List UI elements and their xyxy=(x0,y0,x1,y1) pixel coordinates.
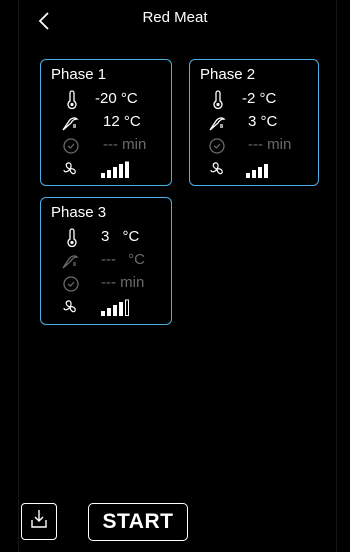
download-icon xyxy=(29,508,49,535)
phase-card-2[interactable]: Phase 2 -2 °C 3 °C --- min xyxy=(189,59,319,186)
temperature-row: -20 °C xyxy=(41,89,171,111)
temperature-value: -2 °C xyxy=(242,90,277,107)
time-value: --- min xyxy=(248,136,292,153)
time-value: --- min xyxy=(101,274,145,291)
fan-row xyxy=(41,296,171,318)
core-temperature-value: 12 °C xyxy=(103,113,141,130)
time-row: --- min xyxy=(190,135,318,157)
thermometer-icon xyxy=(62,90,82,110)
phase-card-1[interactable]: Phase 1 -20 °C 12 °C --- min xyxy=(40,59,172,186)
time-row: --- min xyxy=(41,135,171,157)
temperature-row: -2 °C xyxy=(190,89,318,111)
core-temperature-row: 3 °C xyxy=(190,112,318,134)
fan-level-bars xyxy=(246,161,276,184)
core-probe-icon xyxy=(60,113,80,133)
fan-level-bars xyxy=(101,161,131,184)
fan-row xyxy=(41,158,171,180)
core-probe-icon xyxy=(207,113,227,133)
page-title: Red Meat xyxy=(142,9,208,26)
fan-icon xyxy=(207,159,227,179)
clock-icon xyxy=(207,136,227,156)
start-button[interactable]: START xyxy=(88,503,188,541)
start-button-label: START xyxy=(102,510,174,533)
fan-icon xyxy=(60,159,80,179)
core-probe-icon xyxy=(60,251,80,271)
clock-icon xyxy=(61,274,81,294)
phase-title: Phase 3 xyxy=(51,204,107,221)
phase-title: Phase 2 xyxy=(200,66,256,83)
time-value: --- min xyxy=(103,136,147,153)
fan-row xyxy=(190,158,318,180)
core-temperature-row: 12 °C xyxy=(41,112,171,134)
clock-icon xyxy=(61,136,81,156)
core-temperature-row: --- °C xyxy=(41,250,171,272)
temperature-value: -20 °C xyxy=(95,90,138,107)
fan-icon xyxy=(60,297,80,317)
phase-card-3[interactable]: Phase 3 3 °C --- °C --- min xyxy=(40,197,172,325)
thermometer-icon xyxy=(62,228,82,248)
thermometer-icon xyxy=(208,90,228,110)
temperature-row: 3 °C xyxy=(41,227,171,249)
core-temperature-value: --- °C xyxy=(101,251,145,268)
temperature-value: 3 °C xyxy=(101,228,140,245)
fan-level-bars xyxy=(101,299,131,322)
core-temperature-value: 3 °C xyxy=(248,113,278,130)
save-button[interactable] xyxy=(21,503,57,540)
time-row: --- min xyxy=(41,273,171,295)
phase-title: Phase 1 xyxy=(51,66,107,83)
